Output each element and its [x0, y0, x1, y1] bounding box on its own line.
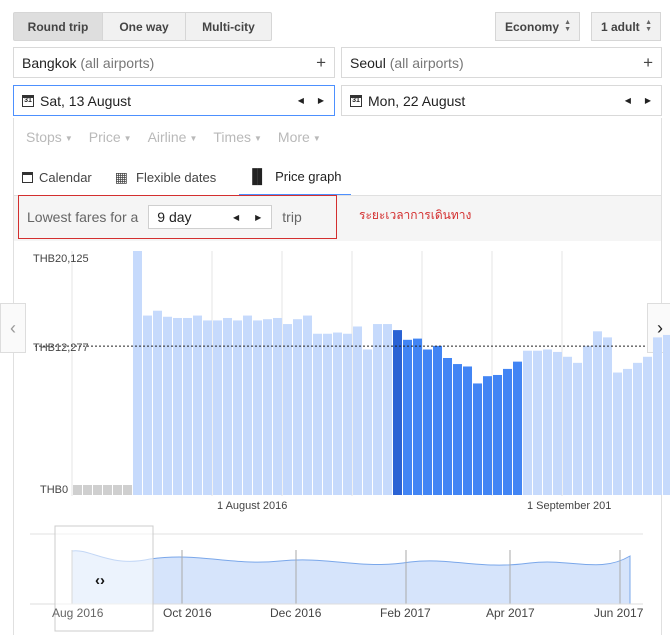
caret-down-icon: ▼ [123, 133, 132, 143]
filter-more[interactable]: More ▼ [278, 129, 321, 145]
calendar-icon: 31 [22, 94, 34, 107]
multi-city-button[interactable]: Multi-city [185, 12, 272, 41]
updown-icon: ▲ ▼ [645, 19, 652, 33]
filter-bar: Stops ▼ Price ▼ Airline ▼ Times ▼ More ▼ [26, 129, 321, 145]
updown-icon: ▲ ▼ [564, 19, 571, 33]
prev-date-icon[interactable]: ◀ [625, 96, 631, 105]
filter-price[interactable]: Price ▼ [89, 129, 132, 145]
caret-down-icon: ▼ [189, 133, 198, 143]
prev-date-icon[interactable]: ◀ [298, 96, 304, 105]
next-date-icon[interactable]: ▶ [318, 96, 324, 105]
round-trip-button[interactable]: Round trip [13, 12, 103, 41]
cabin-select[interactable]: Economy ▲ ▼ [495, 12, 580, 41]
prev-period-button[interactable]: ‹ [0, 303, 26, 353]
filter-stops[interactable]: Stops ▼ [26, 129, 73, 145]
one-way-button[interactable]: One way [102, 12, 186, 41]
caret-down-icon: ▼ [64, 133, 73, 143]
tab-calendar[interactable]: Calendar [22, 166, 101, 196]
filter-times[interactable]: Times ▼ [213, 129, 262, 145]
trip-length-stepper[interactable]: 9 day ◀ ▶ [148, 205, 273, 229]
calendar-icon: 31 [350, 94, 362, 107]
grid-icon: ▦ [114, 168, 128, 185]
tab-flexible-dates[interactable]: ▦ Flexible dates [115, 166, 225, 196]
chevron-right-icon: › [657, 317, 663, 338]
caret-down-icon: ▼ [253, 133, 262, 143]
increase-icon[interactable]: ▶ [255, 213, 261, 222]
tab-price-graph[interactable]: ▐▌ Price graph [239, 166, 351, 196]
add-origin-icon[interactable]: + [316, 53, 326, 73]
depart-date-field[interactable]: 31 Sat, 13 August ◀ ▶ [13, 85, 335, 116]
bar-chart-icon: ▐▌ [247, 168, 268, 184]
passengers-select[interactable]: 1 adult ▲ ▼ [591, 12, 661, 41]
annotation-text: ระยะเวลาการเดินทาง [359, 208, 472, 222]
caret-down-icon: ▼ [312, 133, 321, 143]
view-tabs: Calendar ▦ Flexible dates ▐▌ Price graph [22, 166, 365, 196]
origin-field[interactable]: Bangkok (all airports) + [13, 47, 335, 78]
destination-field[interactable]: Seoul (all airports) + [341, 47, 662, 78]
chevron-left-icon: ‹ [10, 317, 16, 338]
add-destination-icon[interactable]: + [643, 53, 653, 73]
trip-length-selector: Lowest fares for a 9 day ◀ ▶ trip [18, 195, 337, 239]
return-date-field[interactable]: 31 Mon, 22 August ◀ ▶ [341, 85, 662, 116]
calendar-icon [22, 171, 33, 183]
decrease-icon[interactable]: ◀ [233, 213, 239, 222]
price-bar[interactable] [663, 334, 670, 495]
filter-airline[interactable]: Airline ▼ [148, 129, 198, 145]
next-period-button[interactable]: › [647, 303, 670, 353]
next-date-icon[interactable]: ▶ [645, 96, 651, 105]
